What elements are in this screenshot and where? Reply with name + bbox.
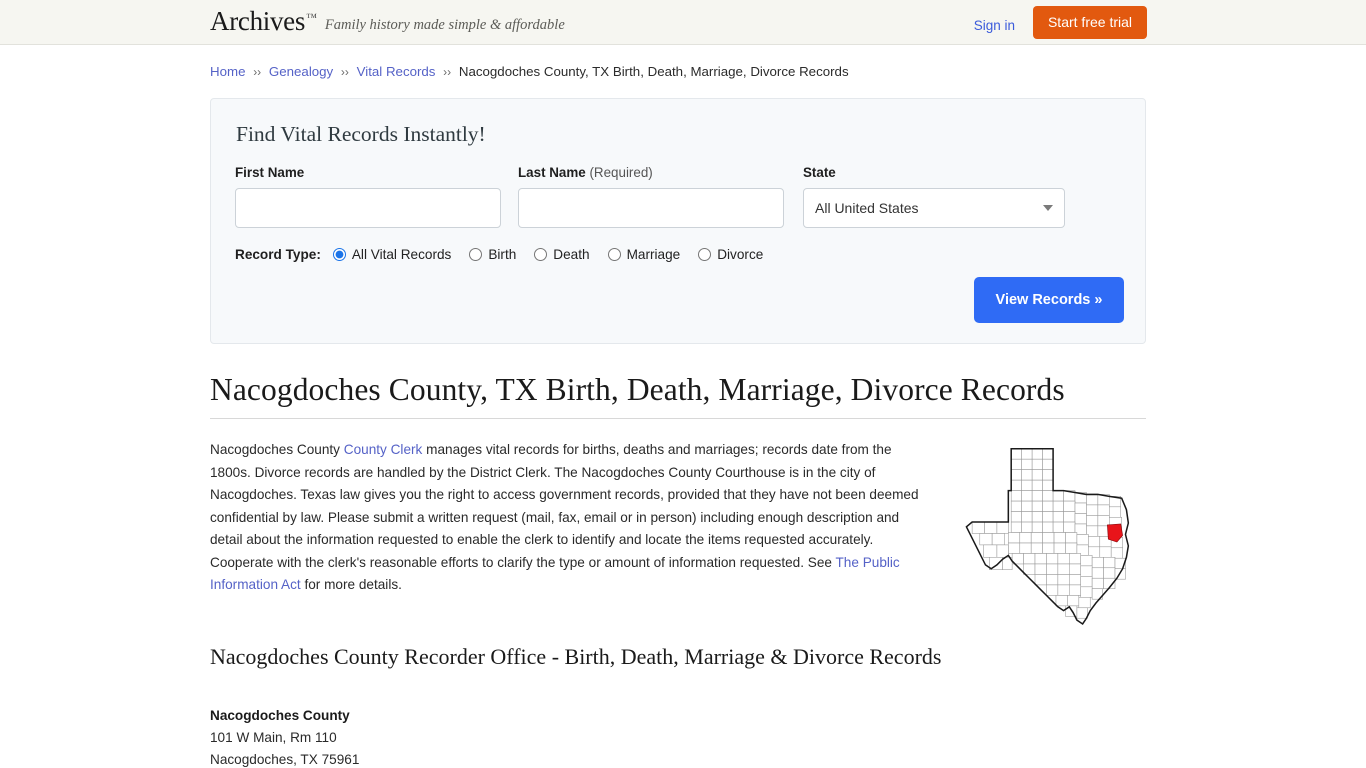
intro-paragraph: Nacogdoches County County Clerk manages …: [210, 439, 922, 597]
vital-records-search-panel: Find Vital Records Instantly! First Name…: [210, 98, 1146, 344]
archives-logo-text: Archives: [210, 8, 305, 35]
intro-text-part2: manages vital records for births, deaths…: [210, 442, 919, 570]
state-select-wrap: All United States: [803, 188, 1065, 228]
intro-block: Nacogdoches County County Clerk manages …: [210, 439, 1146, 597]
record-type-row: Record Type: All Vital Records Birth Dea…: [235, 247, 781, 262]
intro-text-part1: Nacogdoches County: [210, 442, 344, 457]
texas-map-svg: [955, 443, 1155, 643]
header-actions: Sign in Start free trial: [974, 6, 1147, 39]
record-type-radio-birth[interactable]: [469, 248, 482, 261]
sign-in-link[interactable]: Sign in: [974, 13, 1015, 33]
last-name-label: Last Name (Required): [518, 165, 653, 180]
record-type-radio-all[interactable]: [333, 248, 346, 261]
first-name-label-text: First Name: [235, 165, 304, 180]
header-inner: Archives ™ Family history made simple & …: [0, 0, 1366, 44]
office-name: Nacogdoches County: [210, 705, 1146, 727]
breadcrumb: Home ›› Genealogy ›› Vital Records ›› Na…: [210, 45, 1146, 80]
office-address-block: Nacogdoches County 101 W Main, Rm 110 Na…: [210, 705, 1146, 768]
brand-tagline: Family history made simple & affordable: [325, 17, 565, 34]
first-name-label: First Name: [235, 165, 304, 180]
county-clerk-link[interactable]: County Clerk: [344, 442, 423, 457]
content-column: Home ›› Genealogy ›› Vital Records ›› Na…: [210, 45, 1146, 768]
state-select[interactable]: All United States: [803, 188, 1065, 228]
record-type-option-death[interactable]: Death: [534, 247, 589, 262]
last-name-input[interactable]: [518, 188, 784, 228]
record-type-radio-marriage[interactable]: [608, 248, 621, 261]
breadcrumb-item-genealogy[interactable]: Genealogy: [269, 64, 333, 79]
page-body: Home ›› Genealogy ›› Vital Records ›› Na…: [0, 45, 1366, 768]
record-type-option-birth[interactable]: Birth: [469, 247, 516, 262]
last-name-required-note: (Required): [589, 165, 652, 180]
record-type-label: Record Type:: [235, 247, 321, 262]
state-label-text: State: [803, 165, 836, 180]
intro-text-part3: for more details.: [301, 577, 402, 592]
state-label: State: [803, 165, 836, 180]
record-type-option-label: Birth: [488, 247, 516, 262]
view-records-button[interactable]: View Records »: [974, 277, 1124, 323]
last-name-label-text: Last Name: [518, 165, 586, 180]
record-type-option-label: Marriage: [627, 247, 681, 262]
site-header: Archives ™ Family history made simple & …: [0, 0, 1366, 45]
record-type-radio-divorce[interactable]: [698, 248, 711, 261]
search-panel-title: Find Vital Records Instantly!: [236, 122, 486, 147]
breadcrumb-item-current: Nacogdoches County, TX Birth, Death, Mar…: [459, 64, 849, 79]
recorder-office-section-title: Nacogdoches County Recorder Office - Bir…: [210, 644, 1146, 670]
office-address-line2: Nacogdoches, TX 75961: [210, 749, 1146, 768]
page-title: Nacogdoches County, TX Birth, Death, Mar…: [210, 370, 1146, 419]
brand-logo-group[interactable]: Archives ™ Family history made simple & …: [210, 8, 565, 35]
record-type-option-label: All Vital Records: [352, 247, 451, 262]
texas-county-map-image: [955, 443, 1155, 643]
breadcrumb-separator-icon: ››: [341, 65, 349, 79]
first-name-input[interactable]: [235, 188, 501, 228]
breadcrumb-separator-icon: ››: [443, 65, 451, 79]
start-free-trial-button[interactable]: Start free trial: [1033, 6, 1147, 39]
breadcrumb-separator-icon: ››: [253, 65, 261, 79]
record-type-option-marriage[interactable]: Marriage: [608, 247, 681, 262]
record-type-option-label: Divorce: [717, 247, 763, 262]
office-address-line1: 101 W Main, Rm 110: [210, 727, 1146, 749]
record-type-radio-death[interactable]: [534, 248, 547, 261]
record-type-option-divorce[interactable]: Divorce: [698, 247, 763, 262]
breadcrumb-item-home[interactable]: Home: [210, 64, 245, 79]
breadcrumb-item-vital-records[interactable]: Vital Records: [357, 64, 436, 79]
record-type-option-all-vital-records[interactable]: All Vital Records: [333, 247, 451, 262]
trademark-icon: ™: [306, 12, 317, 24]
record-type-option-label: Death: [553, 247, 589, 262]
